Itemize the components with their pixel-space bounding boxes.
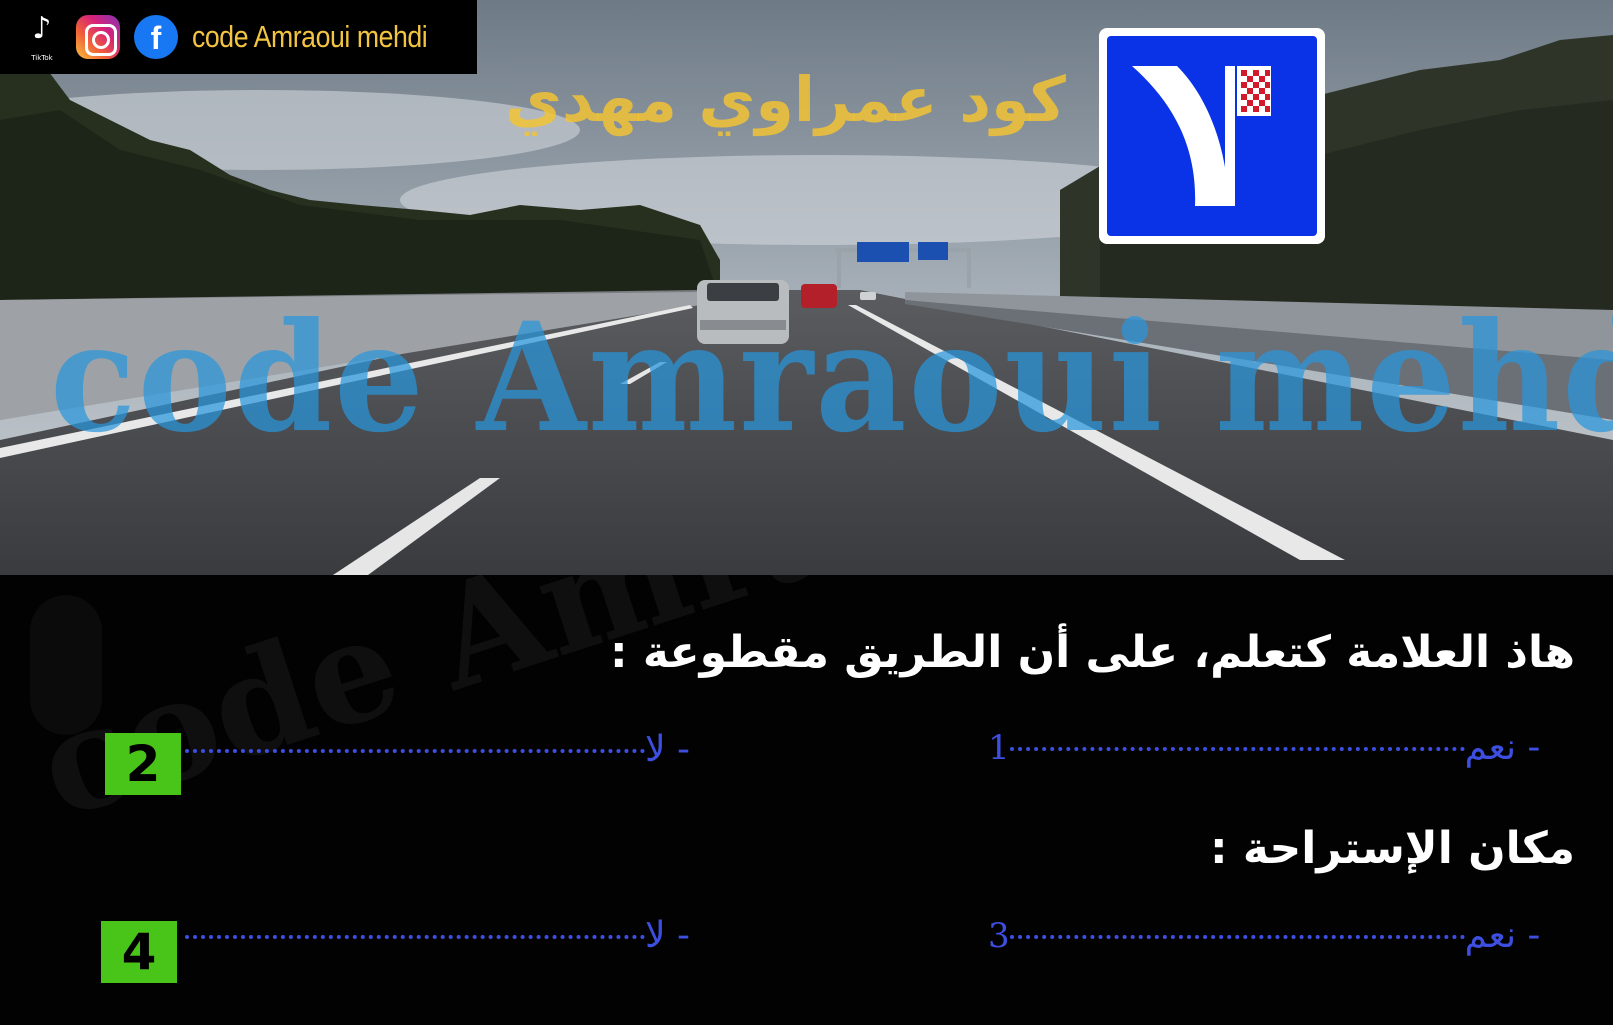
- answer-number-badge-4[interactable]: 4: [101, 921, 177, 983]
- facebook-icon: f: [134, 15, 178, 59]
- answer-option-1[interactable]: 1 - نعم: [988, 727, 1540, 768]
- instagram-icon: [76, 15, 120, 59]
- quiz-panel: code Amraoui mehdi هاذ العلامة كتعلم، عل…: [0, 575, 1613, 1025]
- answer-number-1: 1: [988, 728, 1010, 768]
- answer-option-3[interactable]: 3 - نعم: [988, 915, 1540, 956]
- road-sign-face: [1107, 36, 1317, 236]
- answer-label-4: - لا: [645, 915, 690, 956]
- dark-blob: [30, 595, 102, 735]
- channel-name: code Amraoui mehdi: [192, 19, 428, 54]
- quiz-watermark: code Amraoui mehdi: [20, 575, 1613, 851]
- answer-label-1: - نعم: [1464, 727, 1541, 768]
- latin-watermark: code Amraoui mehdi: [50, 290, 1613, 466]
- answer-option-2[interactable]: - لا: [185, 729, 690, 770]
- lane-merge-road-sign: [1099, 28, 1325, 244]
- tiktok-label: TikTok: [31, 54, 53, 62]
- question-1: هاذ العلامة كتعلم، على أن الطريق مقطوعة …: [609, 627, 1575, 678]
- answer-label-3: - نعم: [1464, 915, 1541, 956]
- answer-number-3: 3: [988, 916, 1010, 956]
- arabic-watermark: كود عمراوي مهدي: [505, 63, 1066, 136]
- dotted-leader: [185, 749, 645, 753]
- social-header: ♪ TikTok f code Amraoui mehdi: [0, 0, 477, 74]
- answer-option-4[interactable]: - لا: [185, 915, 690, 956]
- lane-ending-arrow-icon: [1132, 66, 1271, 206]
- dotted-leader: [1009, 935, 1465, 939]
- answer-number-badge-2[interactable]: 2: [105, 733, 181, 795]
- answer-label-2: - لا: [645, 729, 690, 770]
- dotted-leader: [185, 935, 645, 939]
- dotted-leader: [1009, 747, 1465, 751]
- question-2: مكان الإستراحة :: [1209, 823, 1575, 874]
- tiktok-icon: ♪ TikTok: [22, 12, 62, 63]
